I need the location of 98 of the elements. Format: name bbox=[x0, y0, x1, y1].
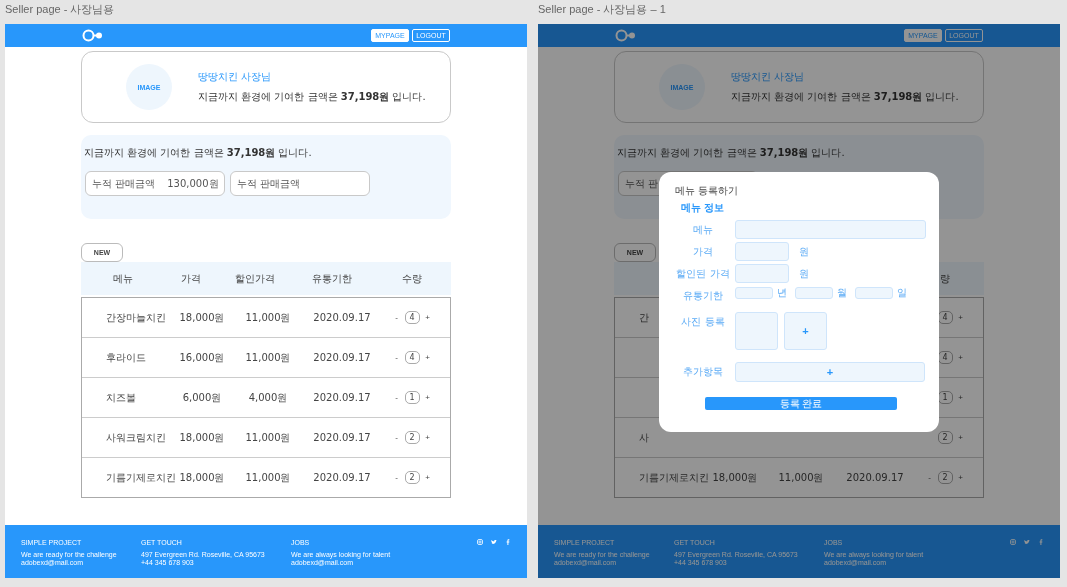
form-label: 할인된 가격 bbox=[676, 267, 730, 281]
table-cell: 11,000원 bbox=[245, 350, 291, 365]
table-cell: 18,000원 bbox=[179, 470, 225, 485]
table-cell-text: 간장마늘치킨 bbox=[105, 310, 166, 325]
increase-button[interactable]: + bbox=[957, 393, 964, 402]
table-cell: 2020.09.17 bbox=[313, 312, 371, 323]
increase-button[interactable]: + bbox=[957, 433, 964, 442]
unit-label: 원 bbox=[799, 244, 809, 259]
submit-button[interactable]: 등록 완료 bbox=[705, 397, 897, 410]
twitter-icon[interactable] bbox=[491, 539, 497, 545]
column-header: 유통기한 bbox=[312, 271, 352, 286]
date-input[interactable] bbox=[795, 287, 833, 299]
table-cell: 11,000원 bbox=[245, 310, 291, 325]
store-name: 땅땅치킨 사장님 bbox=[198, 70, 273, 84]
table-cell: 4,000원 bbox=[248, 390, 288, 405]
decrease-button[interactable]: - bbox=[393, 393, 400, 402]
store-name: 땅땅치킨 사장님 bbox=[731, 70, 806, 84]
decrease-button[interactable]: - bbox=[393, 473, 400, 482]
add-photo-button[interactable]: + bbox=[784, 312, 827, 350]
quantity-display: 2 bbox=[937, 431, 953, 444]
table-cell: 2020.09.17 bbox=[313, 432, 371, 443]
section-title: 메뉴 정보 bbox=[681, 201, 725, 215]
form-label: 유통기한 bbox=[683, 289, 723, 303]
stat-label: 누적 판매금액 bbox=[92, 176, 156, 191]
quantity-display: 2 bbox=[937, 471, 953, 484]
instagram-icon[interactable] bbox=[477, 539, 483, 545]
table-cell: 6,000원 bbox=[182, 390, 222, 405]
table-cell: 16,000원 bbox=[179, 350, 225, 365]
decrease-button[interactable]: - bbox=[926, 473, 933, 482]
quantity-display: 4 bbox=[404, 311, 420, 324]
quantity-display: 2 bbox=[404, 431, 420, 444]
table-cell: 18,000원 bbox=[712, 470, 758, 485]
stat-label: 누적 판매금액 bbox=[237, 176, 301, 191]
form-label: 추가항목 bbox=[683, 365, 723, 379]
contribution-text: 지금까지 환경에 기여한 금액은 37,198원 입니다. bbox=[617, 146, 846, 160]
date-input[interactable] bbox=[855, 287, 893, 299]
quantity-display: 2 bbox=[404, 471, 420, 484]
frame-title: Seller page - 사장님용 – 1 bbox=[538, 2, 666, 17]
table-cell: 2020.09.17 bbox=[313, 472, 371, 483]
instagram-icon[interactable] bbox=[1010, 539, 1016, 545]
stat-value: 130,000원 bbox=[167, 176, 219, 191]
table-cell-text: 기름기제로치킨 bbox=[638, 470, 709, 485]
form-label: 사진 등록 bbox=[681, 315, 725, 329]
contribution-text: 지금까지 환경에 기여한 금액은 37,198원 입니다. bbox=[731, 90, 959, 104]
table-cell-text: 치즈볼 bbox=[105, 390, 136, 405]
unit-label: 일 bbox=[897, 286, 907, 300]
table-cell: 18,000원 bbox=[179, 310, 225, 325]
contribution-text: 지금까지 환경에 기여한 금액은 37,198원 입니다. bbox=[84, 146, 313, 160]
decrease-button[interactable]: - bbox=[393, 353, 400, 362]
increase-button[interactable]: + bbox=[424, 473, 431, 482]
price-input[interactable] bbox=[735, 264, 789, 283]
column-header: 량 bbox=[940, 271, 950, 286]
facebook-icon[interactable] bbox=[1038, 539, 1044, 545]
table-cell: 11,000원 bbox=[245, 470, 291, 485]
column-header: 가격 bbox=[181, 271, 201, 286]
increase-button[interactable]: + bbox=[957, 353, 964, 362]
table-cell: 2020.09.17 bbox=[313, 392, 371, 403]
table-cell-text: 기름기제로치킨 bbox=[105, 470, 176, 485]
increase-button[interactable]: + bbox=[957, 473, 964, 482]
photo-slot bbox=[735, 312, 778, 350]
table-cell-text: 사 bbox=[638, 430, 649, 445]
unit-label: 원 bbox=[799, 266, 809, 281]
unit-label: 월 bbox=[837, 286, 847, 300]
increase-button[interactable]: + bbox=[424, 353, 431, 362]
quantity-display: 1 bbox=[404, 391, 420, 404]
menu-input[interactable] bbox=[735, 220, 926, 239]
decrease-button[interactable]: - bbox=[393, 433, 400, 442]
table-cell-text: 간 bbox=[638, 310, 649, 325]
table-cell: 2020.09.17 bbox=[846, 472, 904, 483]
date-input[interactable] bbox=[735, 287, 773, 299]
dialog-title: 메뉴 등록하기 bbox=[675, 184, 739, 198]
form-label: 메뉴 bbox=[693, 223, 713, 237]
logo-icon bbox=[82, 29, 103, 42]
add-item-button[interactable]: + bbox=[735, 362, 925, 382]
quantity-display: 4 bbox=[404, 351, 420, 364]
table-cell: 11,000원 bbox=[778, 470, 824, 485]
table-cell: 18,000원 bbox=[179, 430, 225, 445]
logo-icon bbox=[615, 29, 636, 42]
frame-title: Seller page - 사장님용 bbox=[5, 2, 115, 17]
decrease-button[interactable]: - bbox=[393, 313, 400, 322]
table-cell-text: 사워크림치킨 bbox=[105, 430, 166, 445]
increase-button[interactable]: + bbox=[424, 313, 431, 322]
unit-label: 년 bbox=[777, 286, 787, 300]
contribution-text: 지금까지 환경에 기여한 금액은 37,198원 입니다. bbox=[198, 90, 426, 104]
form-label: 가격 bbox=[693, 245, 713, 259]
increase-button[interactable]: + bbox=[424, 393, 431, 402]
twitter-icon[interactable] bbox=[1024, 539, 1030, 545]
price-input[interactable] bbox=[735, 242, 789, 261]
facebook-icon[interactable] bbox=[505, 539, 511, 545]
column-header: 메뉴 bbox=[112, 271, 133, 286]
table-cell-text: 후라이드 bbox=[105, 350, 146, 365]
increase-button[interactable]: + bbox=[957, 313, 964, 322]
column-header: 할인가격 bbox=[234, 271, 275, 286]
increase-button[interactable]: + bbox=[424, 433, 431, 442]
stat-label: 누적 판 bbox=[625, 176, 659, 191]
table-cell: 11,000원 bbox=[245, 430, 291, 445]
table-cell: 2020.09.17 bbox=[313, 352, 371, 363]
column-header: 수량 bbox=[402, 271, 422, 286]
